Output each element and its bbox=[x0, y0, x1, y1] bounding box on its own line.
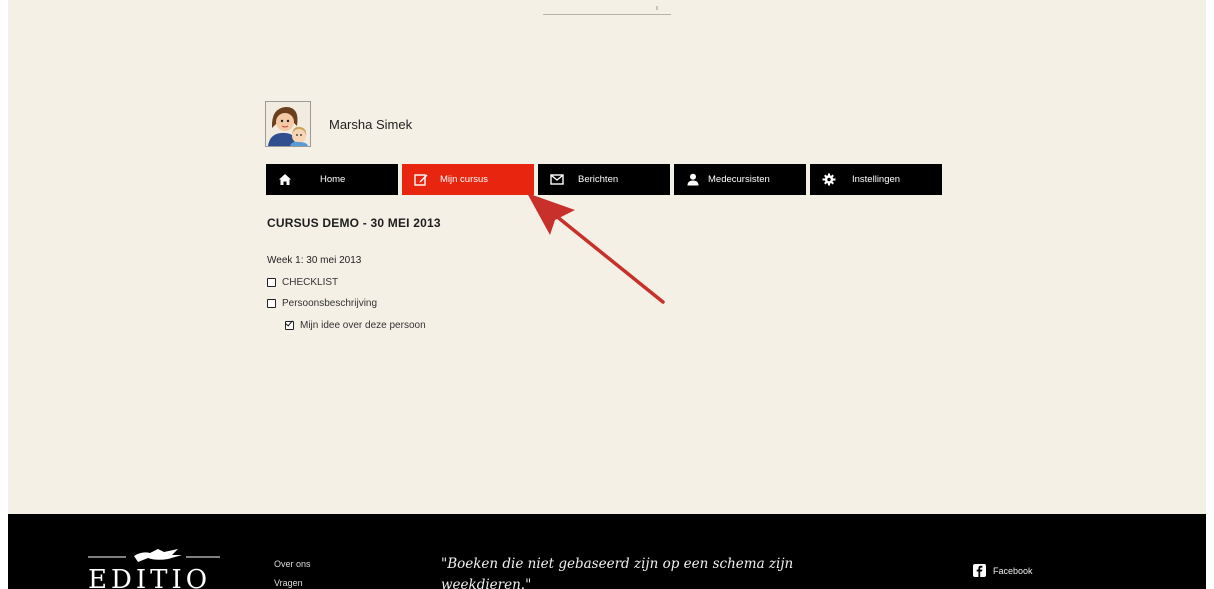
nav-label-mijn-cursus: Mijn cursus bbox=[440, 174, 489, 185]
nav-label-berichten: Berichten bbox=[578, 174, 619, 185]
fox-icon bbox=[134, 549, 182, 562]
home-icon bbox=[278, 173, 292, 186]
main-nav: Home Mijn cursus Berichten Medecursisten bbox=[266, 164, 942, 195]
logo-text: EDITIO bbox=[88, 565, 211, 589]
nav-item-instellingen[interactable]: Instellingen bbox=[810, 164, 942, 195]
facebook-label: Facebook bbox=[993, 565, 1033, 576]
course-title: CURSUS DEMO - 30 MEI 2013 bbox=[267, 216, 441, 230]
lesson-label: CHECKLIST bbox=[282, 277, 339, 288]
week-label: Week 1: 30 mei 2013 bbox=[267, 255, 362, 266]
lesson-item[interactable]: CHECKLIST bbox=[267, 277, 338, 288]
lesson-label: Mijn idee over deze persoon bbox=[300, 320, 426, 331]
nav-label-home: Home bbox=[320, 174, 346, 185]
facebook-link[interactable]: Facebook bbox=[973, 564, 1033, 577]
user-name: Marsha Simek bbox=[329, 117, 413, 132]
footer-link-vragen[interactable]: Vragen bbox=[274, 578, 303, 588]
top-divider bbox=[543, 14, 671, 15]
lesson-checkbox[interactable] bbox=[267, 278, 276, 287]
footer-link-over-ons[interactable]: Over ons bbox=[274, 559, 311, 569]
top-divider-mark bbox=[656, 6, 658, 10]
lesson-checkbox[interactable] bbox=[267, 299, 276, 308]
gear-icon bbox=[822, 173, 836, 186]
footer-quote: "Boeken die niet gebaseerd zijn op een s… bbox=[441, 556, 794, 589]
nav-label-medecursisten: Medecursisten bbox=[708, 174, 770, 185]
nav-item-berichten[interactable]: Berichten bbox=[538, 164, 670, 195]
lesson-subitem[interactable]: Mijn idee over deze persoon bbox=[285, 320, 426, 331]
nav-item-medecursisten[interactable]: Medecursisten bbox=[674, 164, 806, 195]
facebook-icon bbox=[973, 564, 986, 577]
user-icon bbox=[686, 173, 700, 186]
avatar[interactable] bbox=[265, 101, 311, 147]
lesson-item[interactable]: Persoonsbeschrijving bbox=[267, 298, 377, 309]
nav-item-home[interactable]: Home bbox=[266, 164, 398, 195]
nav-label-instellingen: Instellingen bbox=[852, 174, 901, 185]
nav-item-mijn-cursus[interactable]: Mijn cursus bbox=[402, 164, 534, 195]
page-content: Marsha Simek Home Mijn cursus Berichten … bbox=[8, 0, 1206, 589]
edit-icon bbox=[414, 173, 428, 186]
lesson-label: Persoonsbeschrijving bbox=[282, 298, 378, 309]
envelope-icon bbox=[550, 173, 564, 186]
annotation-arrow bbox=[527, 193, 665, 304]
footer: EDITIO Over ons Vragen "Boeken die niet … bbox=[8, 514, 1206, 589]
lesson-checkbox-checked[interactable] bbox=[285, 321, 294, 330]
editio-logo[interactable]: EDITIO bbox=[88, 534, 228, 589]
